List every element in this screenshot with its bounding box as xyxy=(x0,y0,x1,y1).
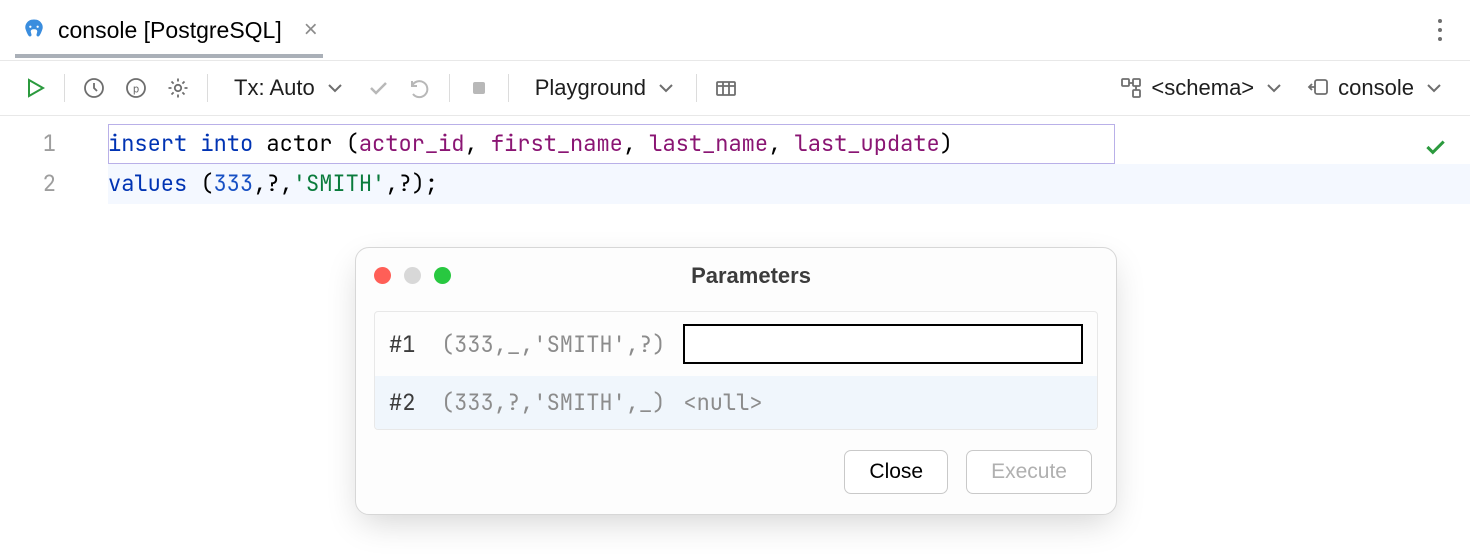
toolbar-right: <schema> console xyxy=(1113,71,1452,105)
more-menu-icon[interactable] xyxy=(1430,15,1451,46)
parameter-row[interactable]: #1 (333,_,'SMITH',?) xyxy=(375,312,1097,376)
svg-text:p: p xyxy=(133,83,140,96)
tab-bar: console [PostgreSQL] × xyxy=(0,0,1470,60)
chevron-down-icon xyxy=(323,76,347,100)
session-label: console xyxy=(1338,75,1414,101)
stop-icon[interactable] xyxy=(462,71,496,105)
session-dropdown[interactable]: console xyxy=(1300,71,1452,105)
parameter-value-input[interactable] xyxy=(683,324,1083,364)
history-icon[interactable] xyxy=(77,71,111,105)
parameter-list: #1 (333,_,'SMITH',?) #2 (333,?,'SMITH',_… xyxy=(374,311,1098,430)
separator xyxy=(64,74,65,102)
tab-underline xyxy=(15,54,323,58)
transpose-icon[interactable] xyxy=(709,71,743,105)
schema-dropdown[interactable]: <schema> xyxy=(1113,71,1292,105)
schema-label: <schema> xyxy=(1151,75,1254,101)
session-icon xyxy=(1306,76,1330,100)
status-ok-icon xyxy=(1422,134,1448,165)
postgresql-icon xyxy=(20,17,48,43)
separator xyxy=(508,74,509,102)
separator xyxy=(696,74,697,102)
parameter-index: #2 xyxy=(389,388,423,417)
line-number: 2 xyxy=(0,164,56,204)
parameter-context: (333,_,'SMITH',?) xyxy=(441,330,665,359)
code-line: values (333,?,'SMITH',?); xyxy=(108,164,1470,204)
parameter-context: (333,?,'SMITH',_) xyxy=(441,388,665,417)
code-line: insert into actor (actor_id, first_name,… xyxy=(108,124,1470,164)
tx-mode-label: Tx: Auto xyxy=(234,75,315,101)
close-button[interactable]: Close xyxy=(844,450,948,494)
schema-icon xyxy=(1119,76,1143,100)
settings-icon[interactable] xyxy=(161,71,195,105)
editor-tab[interactable]: console [PostgreSQL] × xyxy=(20,17,318,44)
chevron-down-icon xyxy=(654,76,678,100)
tx-mode-dropdown[interactable]: Tx: Auto xyxy=(220,71,353,105)
dialog-title: Parameters xyxy=(404,263,1098,289)
separator xyxy=(207,74,208,102)
rollback-icon[interactable] xyxy=(403,71,437,105)
execute-button[interactable]: Execute xyxy=(966,450,1092,494)
line-number: 1 xyxy=(0,124,56,164)
commit-icon[interactable] xyxy=(361,71,395,105)
dialog-titlebar[interactable]: Parameters xyxy=(356,248,1116,303)
run-button[interactable] xyxy=(18,71,52,105)
parameter-index: #1 xyxy=(389,330,423,359)
parameters-dialog: Parameters #1 (333,_,'SMITH',?) #2 (333,… xyxy=(355,247,1117,515)
chevron-down-icon xyxy=(1422,76,1446,100)
gutter: 1 2 xyxy=(0,116,108,560)
playground-dropdown[interactable]: Playground xyxy=(521,71,684,105)
playground-label: Playground xyxy=(535,75,646,101)
parameter-row[interactable]: #2 (333,?,'SMITH',_) <null> xyxy=(375,376,1097,429)
tab-title: console [PostgreSQL] xyxy=(58,17,282,44)
toolbar: p Tx: Auto Playground <schema> console xyxy=(0,60,1470,116)
dialog-footer: Close Execute xyxy=(356,430,1116,514)
close-tab-icon[interactable]: × xyxy=(304,18,318,42)
separator xyxy=(449,74,450,102)
explain-plan-icon[interactable]: p xyxy=(119,71,153,105)
chevron-down-icon xyxy=(1262,76,1286,100)
parameter-null-value: <null> xyxy=(683,388,1083,417)
window-close-icon[interactable] xyxy=(374,267,391,284)
